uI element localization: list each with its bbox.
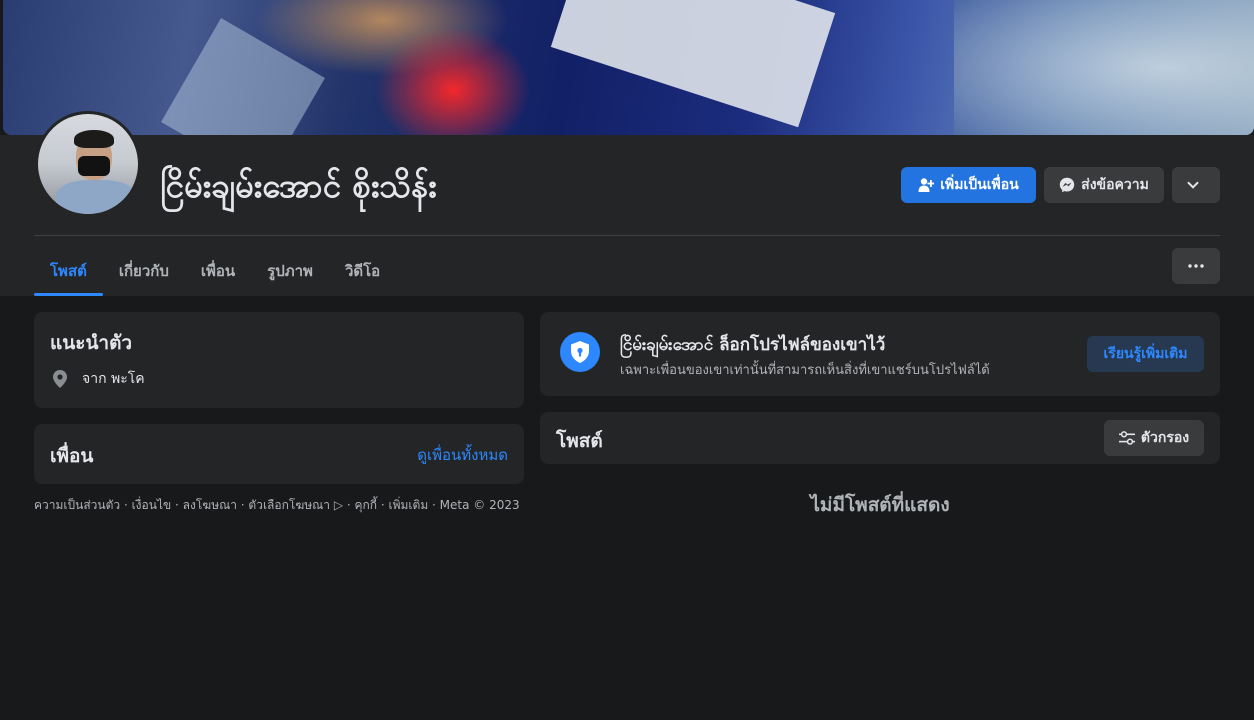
friends-card: เพื่อน ดูเพื่อนทั้งหมด (34, 424, 524, 484)
posts-card: โพสต์ ตัวกรอง (540, 412, 1220, 464)
cover-photo[interactable] (3, 0, 1254, 135)
avatar[interactable] (35, 111, 141, 217)
location-pin-icon (53, 370, 67, 388)
header-divider (34, 235, 1220, 236)
messenger-icon (1059, 177, 1075, 193)
intro-title: แนะนำตัว (50, 332, 133, 354)
tab-about[interactable]: เกี่ยวกับ (103, 245, 185, 296)
message-button[interactable]: ส่งข้อความ (1044, 167, 1164, 203)
tab-videos[interactable]: วิดีโอ (329, 245, 396, 296)
footer-links[interactable]: ความเป็นส่วนตัว · เงื่อนไข · ลงโฆษณา · ต… (34, 496, 520, 515)
tab-friends[interactable]: เพื่อน (185, 245, 251, 296)
friends-title: เพื่อน (50, 445, 94, 467)
profile-name: ငြိမ်းချမ်းအောင် စိုးသိန်း (160, 166, 437, 205)
tab-posts[interactable]: โพสต์ (34, 245, 103, 296)
intro-card: แนะนำตัว จาก พะโค (34, 312, 524, 408)
filter-sliders-icon (1118, 431, 1135, 445)
more-dots-icon (1188, 264, 1204, 268)
tab-photos[interactable]: รูปภาพ (251, 245, 329, 296)
posts-title: โพสต์ (556, 430, 603, 452)
locked-title: ငြိမ်းချမ်းအောင် ล็อกโปรไฟล์ของเขาไว้ (620, 335, 886, 355)
add-friend-label: เพิ่มเป็นเพื่อน (940, 177, 1019, 193)
add-friend-button[interactable]: เพิ่มเป็นเพื่อน (901, 167, 1036, 203)
learn-more-button[interactable]: เรียนรู้เพิ่มเติม (1087, 336, 1204, 372)
locked-subtitle: เฉพาะเพื่อนของเขาเท่านั้นที่สามารถเห็นสิ… (620, 363, 990, 378)
profile-more-button[interactable] (1172, 167, 1220, 203)
see-all-friends-link[interactable]: ดูเพื่อนทั้งหมด (417, 443, 508, 467)
add-friend-icon (918, 178, 935, 192)
message-label: ส่งข้อความ (1081, 177, 1149, 193)
no-posts-message: ไม่มีโพสต์ที่แสดง (810, 494, 950, 516)
chevron-down-icon (1187, 181, 1199, 189)
locked-profile-card: ငြိမ်းချမ်းအောင် ล็อกโปรไฟล์ของเขาไว้ เฉ… (540, 312, 1220, 396)
shield-icon (560, 332, 600, 372)
tabs-more-button[interactable] (1172, 248, 1220, 284)
filter-button[interactable]: ตัวกรอง (1104, 420, 1204, 456)
filter-label: ตัวกรอง (1140, 430, 1190, 446)
profile-tabs: โพสต์ เกี่ยวกับ เพื่อน รูปภาพ วิดีโอ (34, 245, 396, 296)
location-text: จาก พะโค (82, 371, 145, 387)
intro-location: จาก พะโค (50, 368, 145, 390)
